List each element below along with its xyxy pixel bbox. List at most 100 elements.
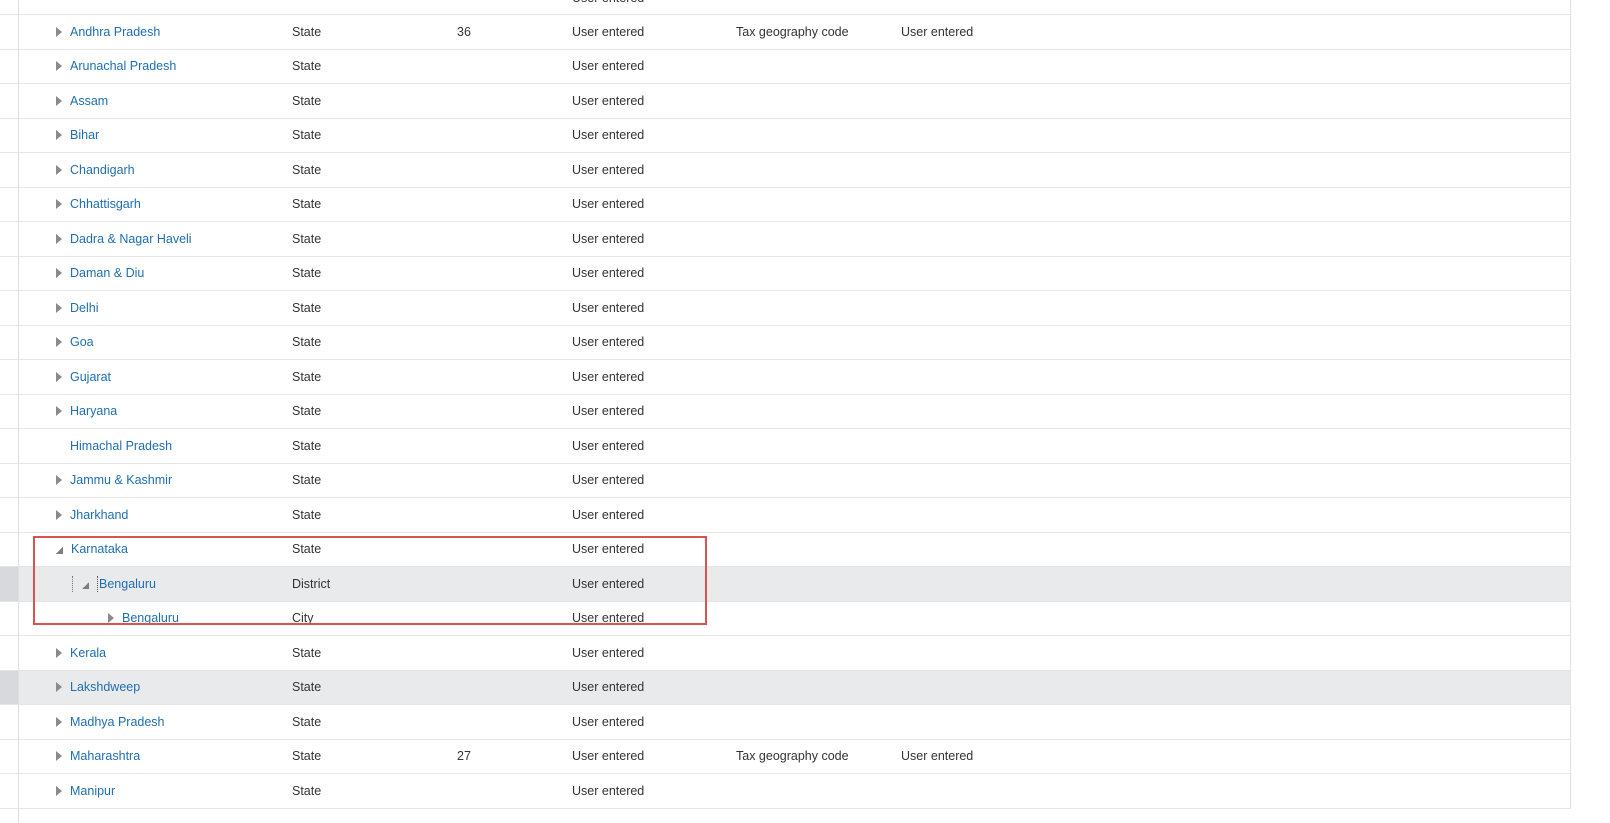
source-cell: User entered bbox=[572, 197, 645, 212]
code-cell bbox=[457, 222, 557, 256]
table-row[interactable]: Karnataka State User entered bbox=[0, 533, 1570, 567]
expand-triangle-icon[interactable] bbox=[56, 268, 62, 279]
geography-type-cell: State bbox=[292, 197, 322, 212]
identifier-type-cell bbox=[736, 291, 896, 325]
geography-name-link[interactable]: Daman & Diu bbox=[70, 266, 144, 280]
geography-type-cell: State bbox=[292, 714, 322, 729]
code-cell bbox=[457, 429, 557, 463]
identifier-source-cell bbox=[901, 636, 1061, 670]
identifier-type-cell bbox=[736, 774, 896, 808]
expand-triangle-icon[interactable] bbox=[56, 509, 62, 520]
code-cell bbox=[457, 188, 557, 222]
geography-name-link[interactable]: Chhattisgarh bbox=[70, 197, 141, 211]
table-row[interactable]: Jammu & Kashmir State User entered bbox=[0, 464, 1570, 498]
table-row[interactable]: Dadra & Nagar Haveli State User entered bbox=[0, 222, 1570, 257]
geography-name-link[interactable]: Madhya Pradesh bbox=[70, 715, 165, 729]
geography-name-link[interactable]: Andhra Pradesh bbox=[70, 25, 160, 39]
identifier-source-cell bbox=[901, 222, 1061, 256]
expand-triangle-icon[interactable] bbox=[56, 302, 62, 313]
geography-name-link[interactable]: Delhi bbox=[70, 301, 99, 315]
identifier-source-cell bbox=[901, 429, 1061, 463]
expand-triangle-icon[interactable] bbox=[56, 26, 62, 37]
geography-name-link[interactable]: Jharkhand bbox=[70, 508, 128, 522]
geography-type-cell: State bbox=[292, 231, 322, 246]
source-cell: User entered bbox=[572, 128, 645, 143]
expand-triangle-icon[interactable] bbox=[56, 716, 62, 727]
table-row[interactable]: Delhi State User entered bbox=[0, 291, 1570, 326]
source-cell: User entered bbox=[572, 473, 645, 488]
geography-name-link[interactable]: Gujarat bbox=[70, 370, 111, 384]
collapse-triangle-icon[interactable] bbox=[82, 581, 89, 589]
identifier-type-cell bbox=[736, 188, 896, 222]
expand-triangle-icon[interactable] bbox=[56, 406, 62, 417]
table-row[interactable]: Daman & Diu State User entered bbox=[0, 257, 1570, 291]
expand-triangle-icon[interactable] bbox=[56, 475, 62, 486]
geography-name-link[interactable]: Manipur bbox=[70, 784, 115, 798]
expand-triangle-icon[interactable] bbox=[56, 682, 62, 693]
geography-name-link[interactable]: Himachal Pradesh bbox=[70, 439, 172, 453]
expand-triangle-icon[interactable] bbox=[56, 164, 62, 175]
table-row[interactable]: Haryana State User entered bbox=[0, 395, 1570, 429]
collapse-triangle-icon[interactable] bbox=[56, 547, 63, 555]
expand-triangle-icon[interactable] bbox=[56, 233, 62, 244]
expand-triangle-icon[interactable] bbox=[56, 751, 62, 762]
expand-triangle-icon[interactable] bbox=[56, 337, 62, 348]
table-row[interactable]: Andhra Pradesh State 36 User entered Tax geo… bbox=[0, 15, 1570, 50]
geography-name-link[interactable]: Chandigarh bbox=[70, 163, 135, 177]
geography-name-link[interactable]: Arunachal Pradesh bbox=[70, 59, 176, 73]
table-row[interactable]: Jharkhand State User entered bbox=[0, 498, 1570, 533]
identifier-type-cell bbox=[736, 567, 896, 601]
expand-triangle-icon[interactable] bbox=[56, 61, 62, 72]
geography-type-cell: State bbox=[292, 162, 322, 177]
name-cell: Lakshdweep bbox=[56, 671, 286, 705]
geography-type-cell: State bbox=[292, 59, 322, 74]
row-selector-gutter[interactable] bbox=[0, 670, 18, 704]
table-row[interactable]: Bengaluru District User entered bbox=[0, 567, 1570, 602]
table-row[interactable]: Himachal Pradesh State User entered bbox=[0, 429, 1570, 464]
table-row[interactable]: Assam State User entered bbox=[0, 84, 1570, 119]
geography-name-link[interactable]: Bengaluru bbox=[122, 611, 179, 625]
source-cell: User entered bbox=[572, 576, 645, 591]
table-row[interactable]: Madhya Pradesh State User entered bbox=[0, 705, 1570, 740]
geography-type-cell: State bbox=[292, 783, 322, 798]
geography-name-link[interactable]: Bengaluru bbox=[99, 577, 156, 591]
geography-name-link[interactable]: Maharashtra bbox=[70, 749, 140, 763]
expand-triangle-icon[interactable] bbox=[56, 95, 62, 106]
identifier-type-cell bbox=[736, 636, 896, 670]
table-row[interactable]: Bihar State User entered bbox=[0, 119, 1570, 153]
geography-name-link[interactable]: Karnataka bbox=[71, 542, 128, 556]
table-row[interactable]: Chhattisgarh State User entered bbox=[0, 188, 1570, 222]
identifier-source-cell bbox=[901, 291, 1061, 325]
table-row[interactable]: Lakshdweep State User entered bbox=[0, 670, 1570, 705]
table-row[interactable]: Goa State User entered bbox=[0, 326, 1570, 360]
geography-name-link[interactable]: Bihar bbox=[70, 128, 99, 142]
expand-triangle-icon[interactable] bbox=[56, 371, 62, 382]
table-row[interactable]: Gujarat State User entered bbox=[0, 360, 1570, 395]
geography-name-link[interactable]: Haryana bbox=[70, 404, 117, 418]
identifier-source-cell bbox=[901, 705, 1061, 739]
name-cell: Jammu & Kashmir bbox=[56, 464, 286, 498]
geography-name-link[interactable]: Kerala bbox=[70, 646, 106, 660]
table-row[interactable]: Arunachal Pradesh State User entered bbox=[0, 50, 1570, 84]
geography-name-link[interactable]: Goa bbox=[70, 335, 94, 349]
expand-triangle-icon[interactable] bbox=[56, 199, 62, 210]
table-row[interactable]: Bengaluru City User entered bbox=[0, 602, 1570, 636]
row-selector-gutter[interactable] bbox=[0, 567, 18, 601]
identifier-source-cell bbox=[901, 188, 1061, 222]
expand-triangle-icon[interactable] bbox=[108, 613, 114, 624]
source-cell: User entered bbox=[572, 542, 645, 557]
identifier-source-cell bbox=[901, 602, 1061, 636]
table-row[interactable]: Chandigarh State User entered bbox=[0, 153, 1570, 188]
geography-name-link[interactable]: Dadra & Nagar Haveli bbox=[70, 232, 192, 246]
table-row[interactable]: Kerala State User entered bbox=[0, 636, 1570, 671]
expand-triangle-icon[interactable] bbox=[56, 647, 62, 658]
expand-triangle-icon[interactable] bbox=[56, 785, 62, 796]
table-row[interactable]: Maharashtra State 27 User entered Tax geogra… bbox=[0, 740, 1570, 774]
geography-name-link[interactable]: Assam bbox=[70, 94, 108, 108]
identifier-type-cell: Tax geography code bbox=[736, 749, 849, 764]
table-row-partial[interactable]: User entered bbox=[0, 0, 1570, 15]
expand-triangle-icon[interactable] bbox=[56, 130, 62, 141]
geography-name-link[interactable]: Jammu & Kashmir bbox=[70, 473, 172, 487]
geography-name-link[interactable]: Lakshdweep bbox=[70, 680, 140, 694]
table-row[interactable]: Manipur State User entered bbox=[0, 774, 1570, 809]
